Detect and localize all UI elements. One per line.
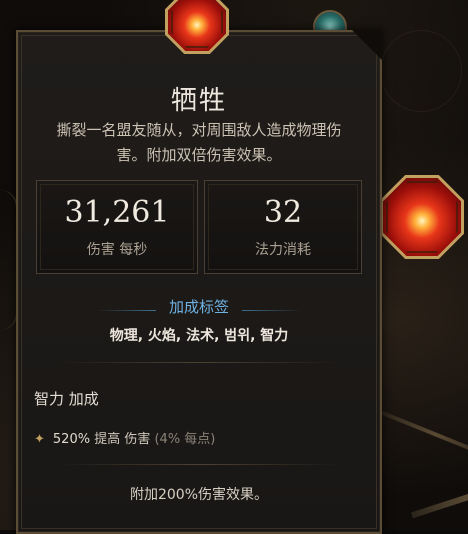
background-staff (379, 410, 468, 459)
footer-note: 附加200%伤害效果。 (129, 487, 269, 503)
bonus-section-title: 智力 加成 (34, 390, 99, 408)
tags-list: 物理, 火焰, 法术, 범위, 智力 (109, 328, 289, 344)
damage-value: 31,261 (64, 195, 170, 230)
skill-name: 牺牲 (170, 86, 227, 116)
section-divider (58, 362, 340, 363)
bonus-percent: 520% (52, 432, 91, 447)
background-staff-tip (411, 487, 468, 519)
mana-label: 法力消耗 (255, 242, 311, 258)
background-ornament (380, 30, 462, 112)
footer-divider (58, 464, 340, 465)
mana-value: 32 (263, 195, 303, 230)
damage-label: 伤害 每秒 (86, 242, 148, 258)
tags-title: 加成标签 (168, 298, 229, 316)
bonus-note: (4% 每点) (154, 432, 216, 447)
skill-tooltip: 牺牲 撕裂一名盟友随从，对周围敌人造成物理伤害。附加双倍伤害效果。 31,261… (16, 30, 382, 534)
damage-stat-box: 31,261 伤害 每秒 (36, 180, 198, 274)
hovered-skill-slot-icon[interactable] (380, 175, 464, 259)
skill-description: 撕裂一名盟友随从，对周围敌人造成物理伤害。附加双倍伤害效果。 (56, 121, 342, 164)
mana-stat-box: 32 法力消耗 (204, 180, 362, 274)
panel-corner (352, 30, 382, 60)
bonus-row: ✦ 520% 提高 伤害 (4% 每点) (34, 428, 215, 447)
diamond-bullet-icon: ✦ (34, 432, 45, 447)
bonus-text: 提高 伤害 (90, 432, 155, 447)
